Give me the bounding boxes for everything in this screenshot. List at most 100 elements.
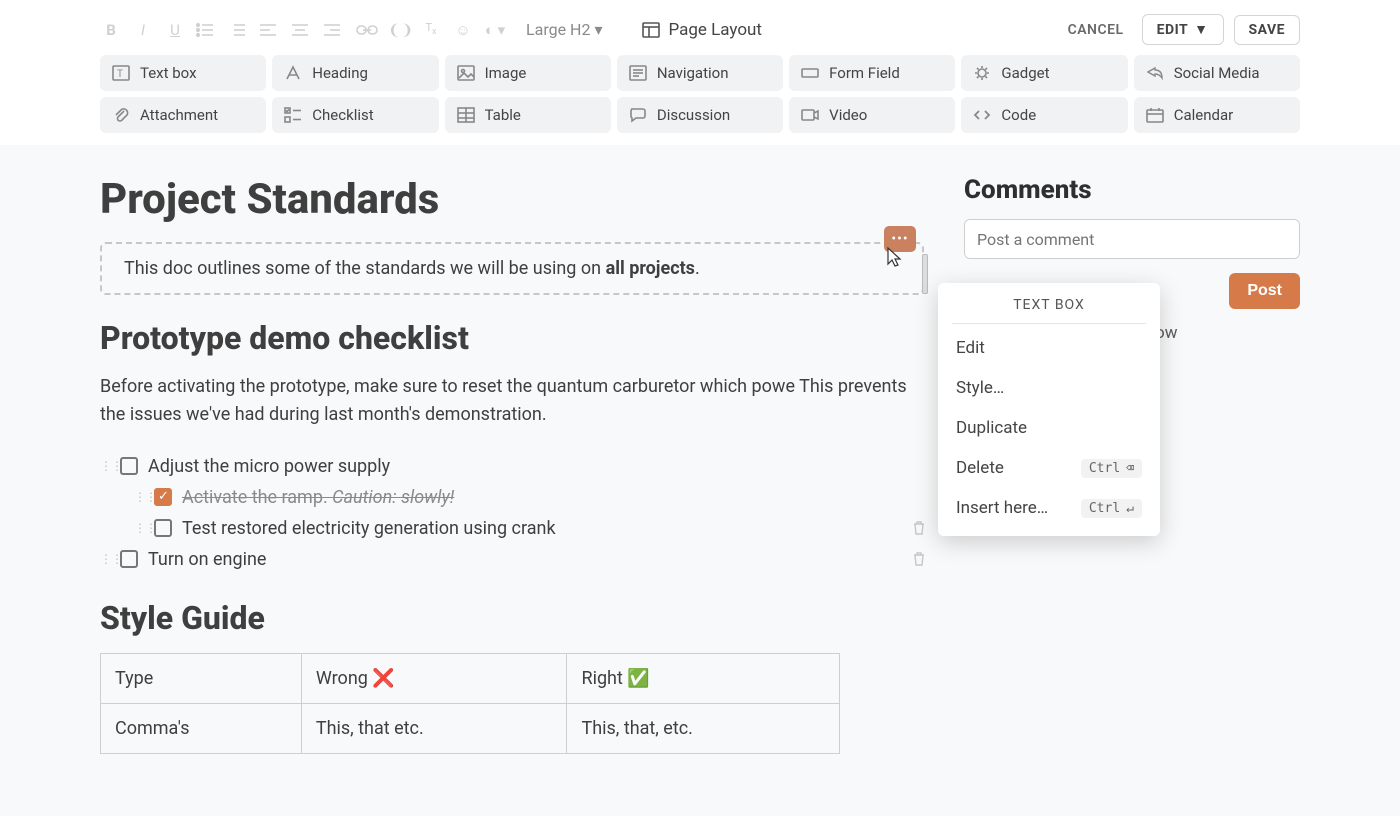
insert-tile-image[interactable]: Image bbox=[445, 55, 611, 91]
chevron-down-icon: ▾ bbox=[594, 20, 602, 39]
align-center-button[interactable] bbox=[292, 24, 314, 36]
checklist-text: Test restored electricity generation usi… bbox=[182, 518, 556, 539]
format-toolbar: B I U ❨❩ Tx ☺ ◐ ▾ Large H2 ▾ bbox=[100, 8, 1300, 55]
insert-tile-form-field[interactable]: Form Field bbox=[789, 55, 955, 91]
tile-label: Attachment bbox=[140, 106, 218, 124]
numbered-list-button[interactable] bbox=[228, 23, 250, 37]
checklist-item: ⋮⋮ Turn on engine bbox=[100, 544, 924, 575]
edit-dropdown-button[interactable]: EDIT ▼ bbox=[1142, 14, 1224, 45]
layout-icon bbox=[642, 22, 660, 38]
color-button[interactable]: ◐ ▾ bbox=[484, 21, 506, 39]
italic-button[interactable]: I bbox=[132, 21, 154, 39]
page-layout-label: Page Layout bbox=[668, 20, 761, 40]
insert-tile-table[interactable]: Table bbox=[445, 97, 611, 133]
tile-label: Code bbox=[1001, 106, 1036, 124]
checkbox[interactable] bbox=[120, 550, 138, 568]
insert-tile-code[interactable]: Code bbox=[961, 97, 1127, 133]
heading-style-dropdown[interactable]: Large H2 ▾ bbox=[526, 20, 602, 39]
section-heading-styleguide: Style Guide bbox=[100, 599, 924, 637]
code-icon bbox=[973, 107, 991, 123]
code-button[interactable]: ❨❩ bbox=[388, 21, 410, 39]
insert-tile-calendar[interactable]: Calendar bbox=[1134, 97, 1300, 133]
insert-tile-text-box[interactable]: TText box bbox=[100, 55, 266, 91]
tile-label: Navigation bbox=[657, 64, 729, 82]
tile-label: Checklist bbox=[312, 106, 373, 124]
text-box-block[interactable]: This doc outlines some of the standards … bbox=[100, 242, 924, 295]
insert-tile-gadget[interactable]: Gadget bbox=[961, 55, 1127, 91]
checkbox[interactable] bbox=[154, 488, 172, 506]
shortcut-badge: Ctrl↵ bbox=[1081, 499, 1142, 518]
insert-tile-attachment[interactable]: Attachment bbox=[100, 97, 266, 133]
checklist-icon bbox=[284, 107, 302, 123]
context-menu-delete[interactable]: Delete Ctrl⌫ bbox=[938, 448, 1160, 488]
table-icon bbox=[457, 107, 475, 123]
table-header-wrong: Wrong ❌ bbox=[301, 653, 567, 703]
resize-handle-right[interactable] bbox=[922, 254, 928, 294]
clear-format-button[interactable]: Tx bbox=[420, 21, 442, 37]
trash-icon[interactable] bbox=[912, 520, 926, 536]
context-menu-duplicate[interactable]: Duplicate bbox=[938, 408, 1160, 448]
checklist: ⋮⋮ Adjust the micro power supply ⋮⋮ Activat… bbox=[100, 451, 924, 575]
section-heading-checklist: Prototype demo checklist bbox=[100, 319, 924, 357]
checklist-item: ⋮⋮ Adjust the micro power supply bbox=[100, 451, 924, 482]
tile-label: Table bbox=[485, 106, 521, 124]
heading-style-label: Large H2 bbox=[526, 20, 590, 39]
insert-tile-discussion[interactable]: Discussion bbox=[617, 97, 783, 133]
table-header-type: Type bbox=[101, 653, 302, 703]
drag-handle-icon[interactable]: ⋮⋮ bbox=[134, 521, 144, 535]
insert-tile-heading[interactable]: Heading bbox=[272, 55, 438, 91]
table-header-right: Right ✅ bbox=[567, 653, 840, 703]
emoji-button[interactable]: ☺ bbox=[452, 21, 474, 39]
tile-label: Video bbox=[829, 106, 867, 124]
insert-element-grid: TText box Heading Image Navigation Form Fiel… bbox=[100, 55, 1300, 145]
page-layout-button[interactable]: Page Layout bbox=[642, 20, 761, 40]
tile-label: Discussion bbox=[657, 106, 730, 124]
drag-handle-icon[interactable]: ⋮⋮ bbox=[134, 490, 144, 504]
attachment-icon bbox=[112, 107, 130, 123]
discussion-icon bbox=[629, 107, 647, 123]
post-comment-button[interactable]: Post bbox=[1229, 273, 1300, 309]
checklist-text: Turn on engine bbox=[148, 549, 266, 570]
textbox-icon: T bbox=[112, 65, 130, 81]
insert-tile-checklist[interactable]: Checklist bbox=[272, 97, 438, 133]
checklist-text: Adjust the micro power supply bbox=[148, 456, 390, 477]
video-icon bbox=[801, 107, 819, 123]
context-menu-title: TEXT BOX bbox=[952, 295, 1146, 324]
svg-text:T: T bbox=[117, 69, 123, 80]
intro-text: This doc outlines some of the standards … bbox=[124, 258, 700, 279]
checkbox[interactable] bbox=[154, 519, 172, 537]
tile-label: Gadget bbox=[1001, 64, 1049, 82]
body-paragraph: Before activating the prototype, make su… bbox=[100, 373, 924, 429]
context-menu-edit[interactable]: Edit bbox=[938, 328, 1160, 368]
checklist-text: Activate the ramp. Caution: slowly! bbox=[182, 487, 454, 508]
drag-handle-icon[interactable]: ⋮⋮ bbox=[100, 459, 110, 473]
navigation-icon bbox=[629, 65, 647, 81]
align-left-button[interactable] bbox=[260, 24, 282, 36]
bullet-list-button[interactable] bbox=[196, 23, 218, 37]
save-button[interactable]: SAVE bbox=[1234, 15, 1301, 45]
cancel-button[interactable]: CANCEL bbox=[1068, 22, 1124, 38]
tile-label: Image bbox=[485, 64, 527, 82]
underline-button[interactable]: U bbox=[164, 21, 186, 39]
link-button[interactable] bbox=[356, 23, 378, 37]
drag-handle-icon[interactable]: ⋮⋮ bbox=[100, 552, 110, 566]
comment-input[interactable] bbox=[964, 219, 1300, 259]
insert-tile-social-media[interactable]: Social Media bbox=[1134, 55, 1300, 91]
chevron-down-icon: ▼ bbox=[1194, 21, 1208, 38]
tile-label: Heading bbox=[312, 64, 368, 82]
table-header-row: Type Wrong ❌ Right ✅ bbox=[101, 653, 840, 703]
table-row: Comma's This, that etc. This, that, etc. bbox=[101, 703, 840, 753]
checkbox[interactable] bbox=[120, 457, 138, 475]
formfield-icon bbox=[801, 65, 819, 81]
context-menu-insert[interactable]: Insert here… Ctrl↵ bbox=[938, 488, 1160, 528]
trash-icon[interactable] bbox=[912, 551, 926, 567]
checklist-item: ⋮⋮ Test restored electricity generation u… bbox=[134, 513, 924, 544]
tile-label: Social Media bbox=[1174, 64, 1260, 82]
context-menu-style[interactable]: Style… bbox=[938, 368, 1160, 408]
tile-label: Form Field bbox=[829, 64, 900, 82]
bold-button[interactable]: B bbox=[100, 21, 122, 39]
insert-tile-video[interactable]: Video bbox=[789, 97, 955, 133]
align-right-button[interactable] bbox=[324, 24, 346, 36]
insert-tile-navigation[interactable]: Navigation bbox=[617, 55, 783, 91]
gadget-icon bbox=[973, 65, 991, 81]
